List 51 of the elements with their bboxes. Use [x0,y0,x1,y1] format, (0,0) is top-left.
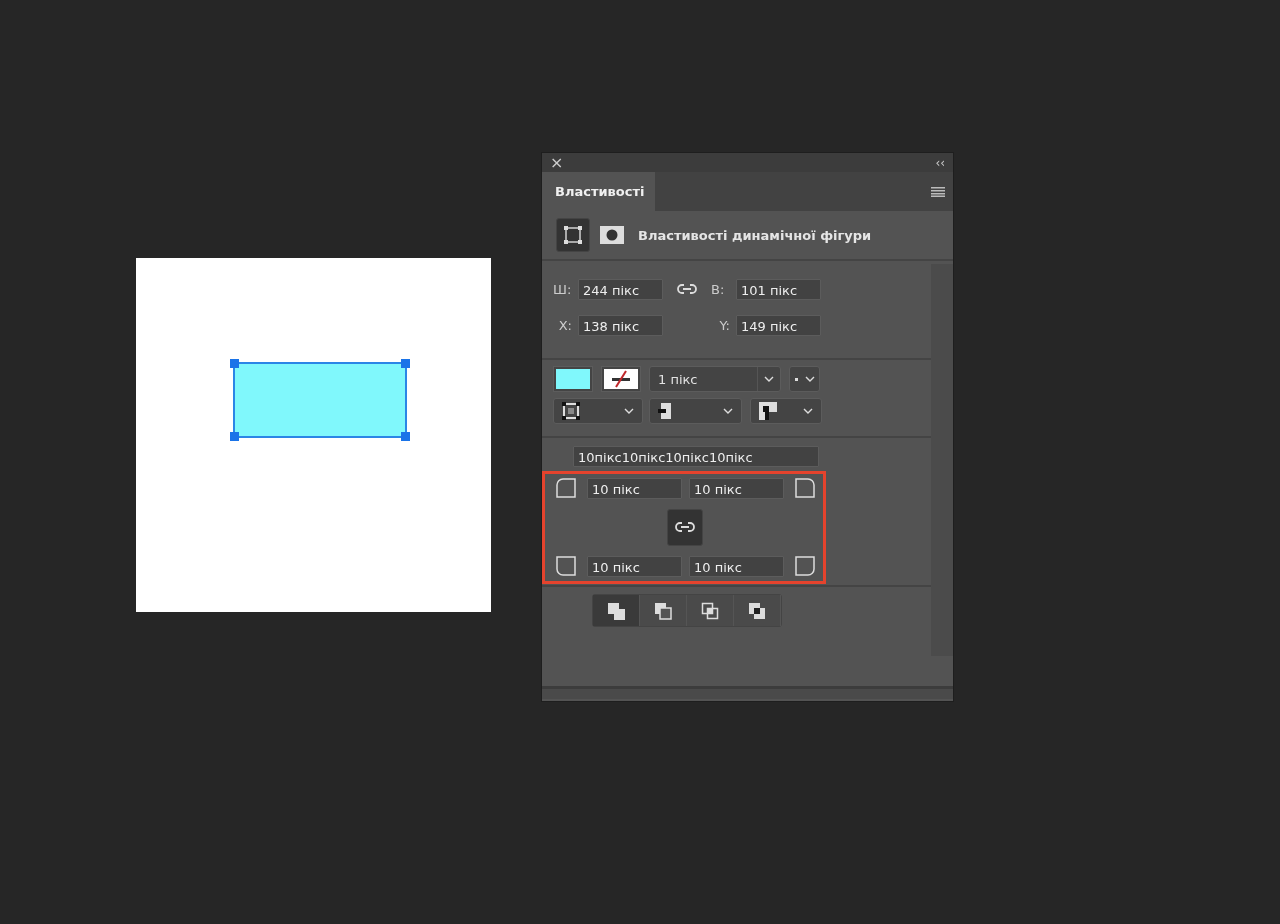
x-field[interactable]: 138 пікс [578,314,663,336]
chevron-down-icon [803,408,813,414]
corner-radius-field[interactable]: 10 пікс [689,477,784,499]
stroke-type-dropdown[interactable] [789,366,820,392]
intersect-shapes-icon [701,601,719,620]
combine-shapes-icon [607,601,625,620]
selected-rectangle-drawing[interactable] [230,359,410,441]
properties-tab[interactable]: Властивості [542,172,655,211]
line-join-icon [759,402,777,420]
y-field[interactable]: 149 пікс [736,314,821,336]
bottom-left-corner-icon [556,556,576,576]
chevron-down-icon [805,376,815,382]
chevron-down-icon [764,376,774,382]
corner-radius-field[interactable]: 10 пікс [587,555,682,577]
link-icon [675,521,695,533]
section-heading: Властивості динамічної фігури [638,227,872,243]
link-icon[interactable] [677,283,697,295]
exclude-shapes-icon [748,601,766,620]
corner-radius-summary-field[interactable]: 10пікс10пікс10пікс10пікс [573,446,819,467]
chevron-down-icon [624,408,634,414]
corner-radius-field[interactable]: 10 пікс [689,555,784,577]
stroke-width-dropdown[interactable]: 1 пікс [649,366,781,392]
close-button[interactable]: × [550,153,564,172]
stroke-corner-dropdown[interactable] [750,398,822,424]
menu-icon[interactable] [931,186,945,197]
height-field[interactable]: 101 пікс [736,278,821,300]
field-label: Y: [718,317,730,333]
bottom-right-corner-icon [795,556,815,576]
combine-shapes-button[interactable] [593,595,640,626]
scrollbar-track[interactable] [931,264,953,656]
field-label: В: [711,281,726,297]
stroke-align-dropdown[interactable] [553,398,643,424]
width-field[interactable]: 244 пікс [578,278,663,300]
stroke-inside-icon [562,402,580,420]
stroke-swatch[interactable] [601,366,641,392]
resize-grip[interactable] [542,686,953,699]
link-corners-button[interactable] [667,508,703,546]
stroke-cap-dropdown[interactable] [649,398,742,424]
top-left-corner-icon [556,478,576,498]
line-cap-icon [658,403,672,419]
bounding-box-icon [564,226,582,244]
field-label: X: [557,317,572,333]
field-label: Ш: [553,281,572,297]
corner-radius-field[interactable]: 10 пікс [587,477,682,499]
chevron-down-icon [723,408,733,414]
fill-swatch[interactable] [553,366,593,392]
shape-properties-button[interactable] [556,218,590,252]
top-right-corner-icon [795,478,815,498]
collapse-button[interactable]: ‹‹ [935,153,945,172]
subtract-shapes-icon [654,601,672,620]
mask-icon [600,226,624,244]
